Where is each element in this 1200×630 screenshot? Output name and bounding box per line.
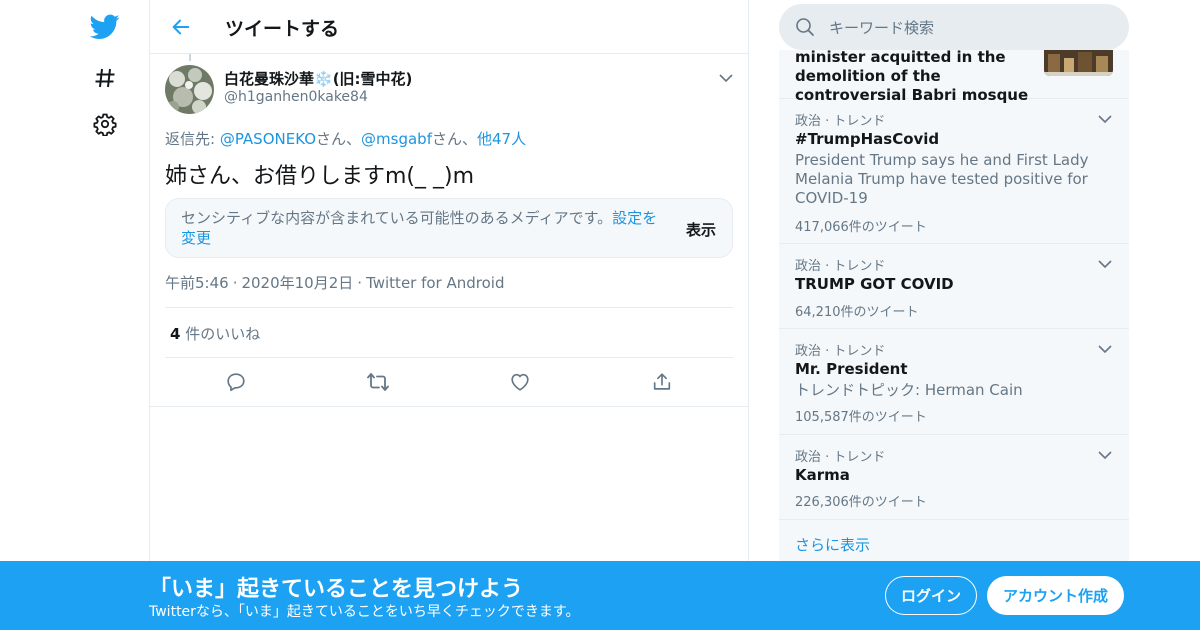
chevron-down-icon[interactable] [1095,109,1115,129]
retweet-icon[interactable] [365,369,391,395]
meta-separator: · [357,274,363,292]
sensitive-media-message: センシティブな内容が含まれている可能性のあるメディアです。 [181,209,613,227]
trend-description: トレンドトピック: Herman Cain [795,381,1023,399]
sensitive-media-text: センシティブな内容が含まれている可能性のあるメディアです。設定を変更 [181,208,671,248]
reply-icon[interactable] [223,369,249,395]
tweet-source[interactable]: Twitter for Android [366,274,504,292]
trend-item[interactable]: 政治 · トレンド TRUMP GOT COVID 64,210件のツイート [779,244,1129,329]
sensitive-media-warning: センシティブな内容が含まれている可能性のあるメディアです。設定を変更 表示 [165,198,733,258]
trends-panel: minister acquitted in the demolition of … [779,50,1129,564]
trend-tweet-count: 64,210件のツイート [795,305,919,320]
snowflake-emoji: ❄️ [314,70,333,88]
twitter-bird-icon[interactable] [86,8,124,46]
meta-separator: · [232,274,238,292]
tweet-time[interactable]: 午前5:46 [165,274,229,292]
tweet-text: 姉さん、お借りしますm(_ _)m [165,164,475,189]
reply-user-link[interactable]: @msgabf [361,130,432,148]
page-title: ツイートする [225,18,340,40]
chevron-down-icon[interactable] [716,68,736,88]
news-headline: minister acquitted in the demolition of … [795,50,1029,104]
display-name-suffix: (旧:雪中花) [332,70,413,88]
search-input[interactable] [829,17,1109,39]
show-media-button[interactable]: 表示 [686,219,716,240]
likes-count[interactable]: 4 件のいいね [170,323,260,344]
page-header: ツイートする [150,0,748,54]
likes-label: 件のいいね [180,325,261,343]
avatar[interactable] [165,65,214,114]
trend-tweet-count: 105,587件のツイート [795,410,927,425]
trend-description: President Trump says he and First Lady M… [795,151,1089,207]
trend-category: 政治 · トレンド [795,344,886,359]
trend-category: 政治 · トレンド [795,450,886,465]
display-name-text: 白花曼珠沙華 [224,70,315,88]
tweet-meta: 午前5:46 · 2020年10月2日 · Twitter for Android [165,272,505,293]
left-nav [80,0,130,630]
thread-line [189,54,191,61]
trend-item[interactable]: 政治 · トレンド Mr. President トレンドトピック: Herman… [779,329,1129,435]
trend-tweet-count: 417,066件のツイート [795,220,927,235]
chevron-down-icon[interactable] [1095,339,1115,359]
share-icon[interactable] [649,369,675,395]
display-name[interactable]: 白花曼珠沙華❄️(旧:雪中花) [224,68,412,89]
search-bar[interactable] [779,4,1129,50]
chevron-down-icon[interactable] [1095,445,1115,465]
trend-tweet-count: 226,306件のツイート [795,495,927,510]
reply-user-link[interactable]: @PASONEKO [220,130,316,148]
chevron-down-icon[interactable] [1095,254,1115,274]
stats-row: 4 件のいいね [165,307,733,358]
trend-category: 政治 · トレンド [795,114,886,129]
reply-separator: さん、 [432,130,478,148]
likes-number: 4 [170,325,181,343]
reply-to: 返信先: @PASONEKOさん、@msgabfさん、他47人 [165,128,526,149]
search-icon [795,17,815,41]
trend-category: 政治 · トレンド [795,259,886,274]
trend-name: TRUMP GOT COVID [795,275,954,293]
banner-title: 「いま」起きていることを見つけよう [149,577,524,602]
banner-subtitle: Twitterなら、「いま」起きていることをいち早くチェックできます。 [149,604,580,620]
news-item[interactable]: minister acquitted in the demolition of … [779,50,1129,104]
main-column: ツイートする 白花曼珠沙華❄️(旧:雪中花) @h1ganhen0kake84 … [149,0,749,630]
reply-separator: さん、 [316,130,362,148]
trend-item[interactable]: 政治 · トレンド #TrumpHasCovid President Trump… [779,99,1129,244]
reply-others-link[interactable]: 他47人 [477,130,526,148]
back-arrow-icon[interactable] [166,12,196,42]
trend-name: Mr. President [795,360,908,378]
trend-item[interactable]: 政治 · トレンド Karma 226,306件のツイート [779,435,1129,520]
tweet-actions [150,358,748,407]
trend-name: #TrumpHasCovid [795,130,940,148]
signup-button[interactable]: アカウント作成 [987,576,1124,615]
user-handle[interactable]: @h1ganhen0kake84 [224,89,368,105]
hashtag-icon[interactable] [86,59,124,97]
tweet-date[interactable]: 2020年10月2日 [241,274,353,292]
show-more-link[interactable]: さらに表示 [795,534,870,555]
signup-banner: 「いま」起きていることを見つけよう Twitterなら、「いま」起きていることを… [0,561,1200,630]
like-icon[interactable] [507,369,533,395]
news-thumbnail [1044,50,1113,76]
login-button[interactable]: ログイン [885,576,977,615]
reply-to-prefix: 返信先: [165,130,220,148]
gear-icon[interactable] [86,105,124,143]
trend-name: Karma [795,466,850,484]
